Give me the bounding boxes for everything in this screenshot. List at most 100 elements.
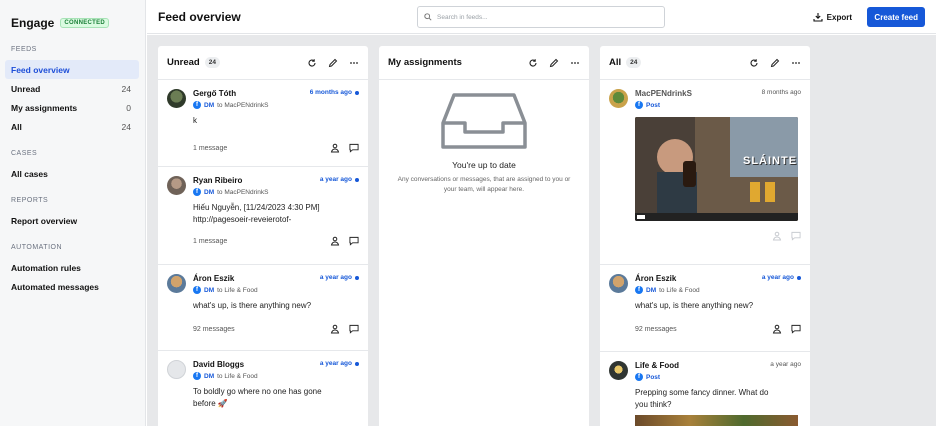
list-item[interactable]: MacPENdrinkS f Post 8 months ago SLÁINTE <box>600 80 810 265</box>
edit-icon[interactable] <box>770 58 780 68</box>
unread-dot <box>355 361 359 366</box>
assign-user-icon[interactable] <box>330 236 340 246</box>
edit-icon[interactable] <box>328 58 338 68</box>
unread-dot <box>355 177 359 182</box>
message-text: Hiếu Nguyễn, [11/24/2023 4:30 PM] http://… <box>193 203 320 224</box>
sender-name: David Bloggs <box>193 360 245 369</box>
sidebar-item-automation-rules[interactable]: Automation rules <box>0 258 145 277</box>
inbox-empty-icon <box>440 93 528 152</box>
sidebar-item-label: My assignments <box>11 102 78 113</box>
create-feed-button[interactable]: Create feed <box>867 7 925 27</box>
post-image[interactable]: SLÁINTE <box>635 117 798 221</box>
message-text: Prepping some fancy dinner. What do you t… <box>635 388 769 409</box>
message-count: 1 message <box>193 144 228 152</box>
message-text: what's up, is there anything new? <box>193 301 312 310</box>
edit-icon[interactable] <box>549 58 559 68</box>
export-label: Export <box>826 12 852 22</box>
message-type: DM <box>204 188 215 196</box>
list-item[interactable]: Life & Food f Post a year ago Prepping so… <box>600 352 810 426</box>
timestamp: 6 months ago <box>310 89 359 96</box>
more-icon[interactable] <box>570 58 580 68</box>
sender-name: MacPENdrinkS <box>635 89 692 98</box>
reply-icon[interactable] <box>791 231 801 241</box>
sidebar-item-unread[interactable]: Unread 24 <box>0 79 145 98</box>
message-type: DM <box>646 286 657 294</box>
assign-user-icon[interactable] <box>330 143 340 153</box>
column-title: Unread <box>167 57 200 68</box>
feed-board: Unread 24 Gergő Tóth f DM to MacPENdrinkS … <box>147 35 936 426</box>
message-type: DM <box>204 372 215 380</box>
timestamp: 8 months ago <box>761 89 801 96</box>
search-box[interactable] <box>417 6 665 28</box>
avatar <box>609 89 628 108</box>
more-icon[interactable] <box>349 58 359 68</box>
sidebar-item-all[interactable]: All 24 <box>0 117 145 136</box>
export-button[interactable]: Export <box>813 8 852 26</box>
sidebar-item-label: Report overview <box>11 215 78 226</box>
sender-name: Gergő Tóth <box>193 89 237 98</box>
nav-section-automation: AUTOMATION <box>11 244 63 251</box>
empty-state: You're up to date Any conversations or m… <box>379 80 589 195</box>
message-count: 92 messages <box>193 325 235 333</box>
facebook-icon: f <box>193 188 201 196</box>
column-title: My assignments <box>388 57 462 68</box>
list-item[interactable]: David Bloggs f DM to Life & Food a year ag… <box>158 351 368 426</box>
reply-icon[interactable] <box>349 143 359 153</box>
assign-user-icon[interactable] <box>330 324 340 334</box>
nav-section-cases: CASES <box>11 150 38 157</box>
timestamp: a year ago <box>320 176 359 183</box>
column-count: 24 <box>626 57 642 68</box>
avatar <box>609 274 628 293</box>
avatar <box>167 176 186 195</box>
sidebar-item-label: Automated messages <box>11 281 99 292</box>
sidebar-item-my-assignments[interactable]: My assignments 0 <box>0 98 145 117</box>
reply-icon[interactable] <box>349 236 359 246</box>
sidebar-item-report-overview[interactable]: Report overview <box>0 211 145 230</box>
column-unread: Unread 24 Gergő Tóth f DM to MacPENdrinkS … <box>158 46 368 426</box>
timestamp: a year ago <box>320 274 359 281</box>
page-title: Feed overview <box>158 9 241 24</box>
sidebar-item-all-cases[interactable]: All cases <box>0 164 145 183</box>
column-my-assignments: My assignments You're up to date Any con… <box>379 46 589 426</box>
search-input[interactable] <box>437 13 637 21</box>
connected-badge: CONNECTED <box>60 18 110 28</box>
column-count: 24 <box>204 57 220 68</box>
sidebar: Engage CONNECTED FEEDS Feed overview Unr… <box>0 0 146 426</box>
list-item[interactable]: Gergő Tóth f DM to MacPENdrinkS 6 months a… <box>158 80 368 167</box>
list-item[interactable]: Ryan Ribeiro f DM to MacPENdrinkS a year a… <box>158 167 368 265</box>
list-item[interactable]: Áron Eszik f DM to Life & Food a year ago … <box>600 265 810 352</box>
post-image-caption: SLÁINTE <box>743 155 798 167</box>
column-header: My assignments <box>379 46 589 80</box>
refresh-icon[interactable] <box>749 58 759 68</box>
assign-user-icon[interactable] <box>772 324 782 334</box>
sender-name: Áron Eszik <box>635 274 677 283</box>
sidebar-item-feed-overview[interactable]: Feed overview <box>5 60 139 79</box>
column-all: All 24 MacPENdrinkS fPost 8 months ago <box>600 46 810 426</box>
sidebar-item-automated-messages[interactable]: Automated messages <box>0 277 145 296</box>
refresh-icon[interactable] <box>307 58 317 68</box>
recipient: to Life & Food <box>659 286 700 294</box>
post-image[interactable] <box>635 415 798 426</box>
facebook-icon: f <box>193 372 201 380</box>
facebook-icon: f <box>635 286 643 294</box>
message-text: To boldly go where no one has gone before… <box>193 387 322 408</box>
assign-user-icon[interactable] <box>772 231 782 241</box>
reply-icon[interactable] <box>349 324 359 334</box>
unread-dot <box>355 275 359 280</box>
recipient: to Life & Food <box>217 286 258 294</box>
message-type: Post <box>646 373 661 381</box>
timestamp: a year ago <box>320 360 359 367</box>
refresh-icon[interactable] <box>528 58 538 68</box>
sidebar-item-count: 24 <box>121 121 131 132</box>
recipient: to MacPENdrinkS <box>217 188 269 196</box>
sidebar-item-count: 0 <box>126 102 131 113</box>
sidebar-item-label: Feed overview <box>11 64 70 75</box>
sidebar-item-label: Unread <box>11 83 41 94</box>
avatar <box>167 274 186 293</box>
list-item[interactable]: Áron Eszik f DM to Life & Food a year ago … <box>158 265 368 351</box>
reply-icon[interactable] <box>791 324 801 334</box>
message-type: DM <box>204 101 215 109</box>
more-icon[interactable] <box>791 58 801 68</box>
sender-name: Ryan Ribeiro <box>193 176 243 185</box>
sidebar-item-label: Automation rules <box>11 262 81 273</box>
